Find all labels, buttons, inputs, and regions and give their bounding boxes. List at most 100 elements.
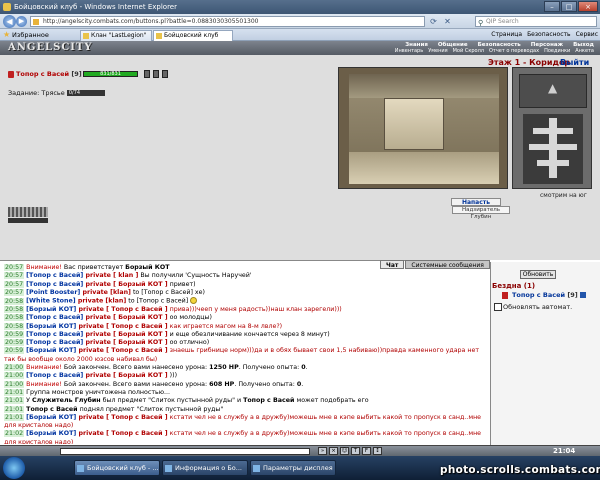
refresh-button[interactable]: Обновить <box>520 270 556 279</box>
maximize-button[interactable]: □ <box>561 1 577 12</box>
private-tag[interactable]: private [ Борзый КОТ ] <box>83 281 168 288</box>
taskbar-label: Информация о Бо... <box>175 464 242 472</box>
app-icon <box>77 465 84 472</box>
chat-input[interactable] <box>60 448 310 455</box>
exit-link[interactable]: Выйти <box>560 58 589 67</box>
private-tag[interactable]: private [klan] <box>76 298 126 305</box>
chat-actions: » × ☺ T F ↕ <box>318 447 382 455</box>
taskbar-item-ie[interactable]: Бойцовский клуб - ... <box>74 460 160 476</box>
start-button[interactable] <box>3 457 25 479</box>
private-tag[interactable]: private [ Топор с Васей ] <box>76 414 168 421</box>
dungeon-view[interactable] <box>338 67 508 189</box>
back-icon[interactable]: ◀ <box>3 15 16 28</box>
view-direction: смотрим на юг <box>540 192 587 199</box>
sender-name[interactable]: [Топор с Васей] <box>26 281 83 288</box>
room-player[interactable]: Топор с Васей [9] <box>502 291 587 299</box>
page-menu[interactable]: Страница <box>491 29 522 41</box>
sender-name[interactable]: [Топор с Васей] <box>26 339 83 346</box>
room-player-level: [9] <box>567 291 578 299</box>
sender-name[interactable]: [Борзый КОТ] <box>26 347 76 354</box>
url-field[interactable]: http://angelscity.combats.com/buttons.pl… <box>30 16 425 27</box>
message-text: 608 HP <box>209 380 235 388</box>
sender-name[interactable]: [Топор с Васей] <box>26 314 83 321</box>
refresh-icon[interactable]: ⟳ <box>428 16 439 27</box>
buff-icon[interactable] <box>153 70 159 78</box>
message-text: может подобрать его <box>294 397 369 405</box>
chat-message: 21:00 [Топор с Васей] private [ Борзый К… <box>4 372 486 380</box>
tab-icon <box>156 33 162 39</box>
private-tag[interactable]: private [klan] <box>80 289 131 296</box>
sender-name[interactable]: [White Stone] <box>26 298 75 305</box>
corridor-floor <box>349 152 499 184</box>
chat-message: 20:58 [Борзый КОТ] private [ Топор с Вас… <box>4 322 486 331</box>
sender-name[interactable]: [Борзый КОТ] <box>26 430 76 437</box>
private-tag[interactable]: private [ Борзый КОТ ] <box>83 331 168 338</box>
sender-name[interactable]: [Борзый КОТ] <box>26 414 76 421</box>
message-text: Бой закончен. Всего вами нанесено урона: <box>61 380 210 388</box>
private-tag[interactable]: private [ Топор с Васей ] <box>76 306 168 313</box>
message-text: Внимание! <box>26 364 62 372</box>
minimize-button[interactable]: – <box>544 1 560 12</box>
private-tag[interactable]: private [ klan ] <box>83 272 139 279</box>
private-tag[interactable]: private [ Борзый КОТ ] <box>83 339 168 346</box>
chat-message: 20:57 [Топор с Васей] private [ klan ] В… <box>4 272 486 280</box>
private-tag[interactable]: private [ Борзый КОТ ] <box>83 372 168 379</box>
search-input[interactable]: ⚲ QIP Search <box>475 16 597 27</box>
taskbar-item-info[interactable]: Информация о Бо... <box>162 460 248 476</box>
safety-menu[interactable]: Безопасность <box>527 29 571 41</box>
quest-label: Задание: Трясье <box>8 89 65 97</box>
private-tag[interactable]: private [ Борзый КОТ ] <box>83 314 168 321</box>
attack-button[interactable]: Напасть <box>451 198 501 206</box>
forward-icon[interactable]: ▶ <box>16 16 27 27</box>
chat-time: 21:00 <box>4 364 25 372</box>
monster-label: Надзиратель Глубин <box>452 206 510 220</box>
message-text: Топор с Васей <box>26 405 78 413</box>
compass-icon[interactable] <box>519 74 587 108</box>
sender-name[interactable]: [Топор с Васей] <box>26 272 83 279</box>
sender-name[interactable]: [Топор с Васей] <box>26 331 83 338</box>
chat-message: 20:59 [Борзый КОТ] private [ Топор с Вас… <box>4 347 486 364</box>
minimap[interactable] <box>512 67 592 189</box>
buff-icon[interactable] <box>162 70 168 78</box>
private-tag[interactable]: private [ Топор с Васей ] <box>76 430 168 437</box>
info-icon[interactable] <box>580 292 587 298</box>
subnav-fights[interactable]: Поединки <box>544 48 570 54</box>
favorites-button[interactable]: Избранное <box>3 29 49 41</box>
sender-name[interactable]: [Борзый КОТ] <box>26 306 76 313</box>
taskbar-item-display[interactable]: Параметры дисплея <box>250 460 336 476</box>
sender-name[interactable]: [Point Booster] <box>26 289 80 296</box>
player-info[interactable]: Топор с Васей [9] <box>8 70 82 79</box>
app-icon <box>253 465 260 472</box>
chat-message: 20:59 [Топор с Васей] private [ Борзый К… <box>4 330 486 339</box>
subnav-scroll[interactable]: Мой Скролл <box>453 48 484 54</box>
subnav-profile[interactable]: Анкета <box>575 48 594 54</box>
private-tag[interactable]: private [ Топор с Васей ] <box>76 323 168 330</box>
subnav-transfers[interactable]: Отчет о переводах <box>489 48 539 54</box>
tab-clan[interactable]: Клан "LastLegion" <box>80 30 152 41</box>
chat-time: 20:57 <box>4 288 25 296</box>
autorefresh-checkbox[interactable]: Обновлять автомат. <box>494 303 572 311</box>
close-button[interactable]: × <box>578 1 598 12</box>
sender-name[interactable]: [Топор с Васей] <box>26 372 83 379</box>
chat-time: 21:01 <box>4 397 25 405</box>
translit-icon[interactable]: T <box>351 447 360 455</box>
clear-icon[interactable]: × <box>329 447 338 455</box>
screen: Бойцовский клуб - Windows Internet Explo… <box>0 0 600 480</box>
tab-fight-club[interactable]: Бойцовский клуб <box>153 30 233 41</box>
tools-menu[interactable]: Сервис <box>576 29 598 41</box>
subnav-inventory[interactable]: Инвентарь <box>395 48 423 54</box>
private-tag[interactable]: private [ Топор с Васей ] <box>76 347 168 354</box>
subnav-skills[interactable]: Умения <box>428 48 447 54</box>
chat-message: 21:02 [Борзый КОТ] private [ Топор с Вас… <box>4 430 486 444</box>
message-text: оо молодцы) <box>167 314 212 322</box>
chat-time: 21:01 <box>4 388 25 396</box>
chat-time: 21:01 <box>4 405 25 413</box>
filter-icon[interactable]: F <box>362 447 371 455</box>
scroll-icon[interactable]: ↕ <box>373 447 382 455</box>
smiley-icon[interactable]: ☺ <box>340 447 349 455</box>
send-icon[interactable]: » <box>318 447 327 455</box>
buff-icon[interactable] <box>144 70 150 78</box>
clan-emblem-icon <box>502 292 508 299</box>
stop-icon[interactable]: ✕ <box>442 16 453 27</box>
sender-name[interactable]: [Борзый КОТ] <box>26 323 76 330</box>
